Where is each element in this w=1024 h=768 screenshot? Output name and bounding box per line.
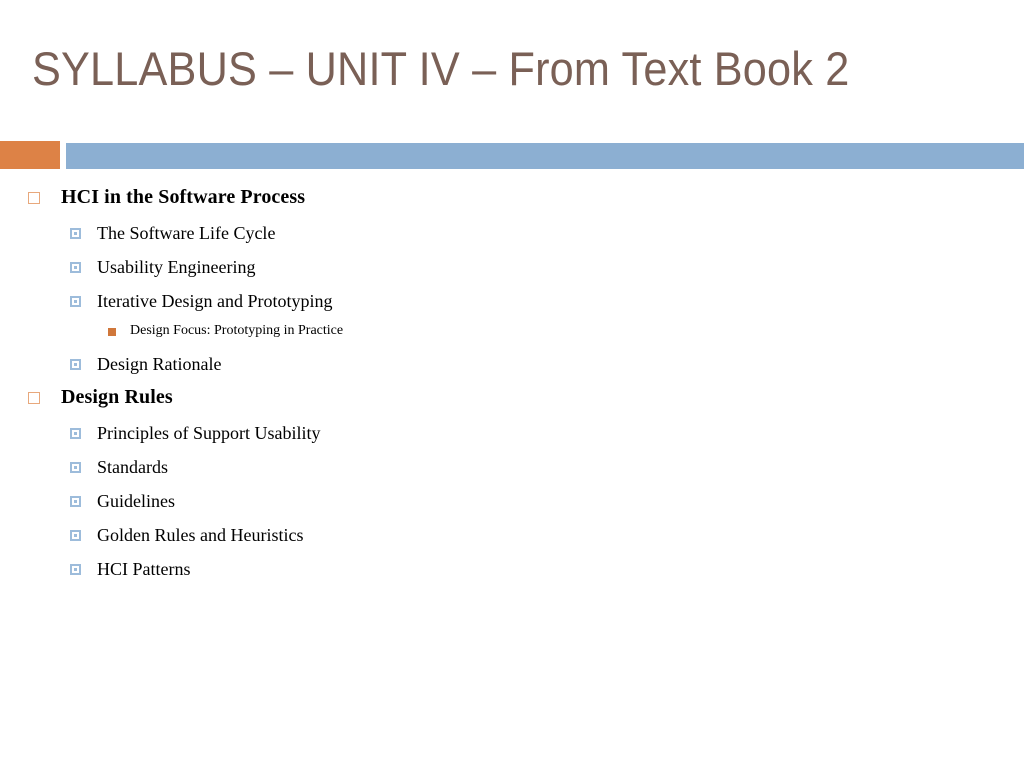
blue-square-bullet <box>70 462 81 473</box>
list-item-label: Guidelines <box>97 491 175 511</box>
blue-square-bullet <box>70 530 81 541</box>
slide-title-block: SYLLABUS – UNIT IV – From Text Book 2 <box>0 44 1024 128</box>
hollow-orange-square-bullet <box>28 392 40 404</box>
list-item: Design Rules <box>0 382 1024 417</box>
list-item: Design Rationale <box>0 348 1024 382</box>
list-item: Guidelines <box>0 485 1024 519</box>
blue-square-bullet <box>70 564 81 575</box>
list-item-label: HCI Patterns <box>97 559 191 579</box>
blue-square-bullet <box>70 428 81 439</box>
list-item: HCI Patterns <box>0 553 1024 587</box>
blue-square-bullet <box>70 228 81 239</box>
list-item-label: Principles of Support Usability <box>97 423 321 443</box>
list-item-label: The Software Life Cycle <box>97 223 276 243</box>
list-item: Iterative Design and Prototyping <box>0 285 1024 319</box>
solid-orange-square-bullet <box>108 328 116 336</box>
list-item: HCI in the Software Process <box>0 182 1024 217</box>
page-title: SYLLABUS – UNIT IV – From Text Book 2 <box>32 42 850 95</box>
hollow-orange-square-bullet <box>28 192 40 204</box>
accent-bar-orange <box>0 141 60 169</box>
list-item-label: Usability Engineering <box>97 257 256 277</box>
list-item-label: Iterative Design and Prototyping <box>97 291 333 311</box>
list-item: Design Focus: Prototyping in Practice <box>0 319 1024 348</box>
list-item: Golden Rules and Heuristics <box>0 519 1024 553</box>
blue-square-bullet <box>70 296 81 307</box>
list-item-label: Standards <box>97 457 168 477</box>
list-item-label: Design Rules <box>61 386 173 408</box>
presentation-slide: SYLLABUS – UNIT IV – From Text Book 2 HC… <box>0 0 1024 768</box>
list-item: Standards <box>0 451 1024 485</box>
blue-square-bullet <box>70 496 81 507</box>
list-item-label: Design Rationale <box>97 354 222 374</box>
blue-square-bullet <box>70 262 81 273</box>
blue-square-bullet <box>70 359 81 370</box>
list-item-label: Golden Rules and Heuristics <box>97 525 304 545</box>
list-item-label: Design Focus: Prototyping in Practice <box>130 323 344 338</box>
list-item: Usability Engineering <box>0 251 1024 285</box>
list-item: The Software Life Cycle <box>0 217 1024 251</box>
list-item: Principles of Support Usability <box>0 417 1024 451</box>
list-item-label: HCI in the Software Process <box>61 186 306 208</box>
accent-bar-blue <box>66 143 1024 169</box>
slide-outline-list: HCI in the Software Process The Software … <box>0 182 1024 587</box>
